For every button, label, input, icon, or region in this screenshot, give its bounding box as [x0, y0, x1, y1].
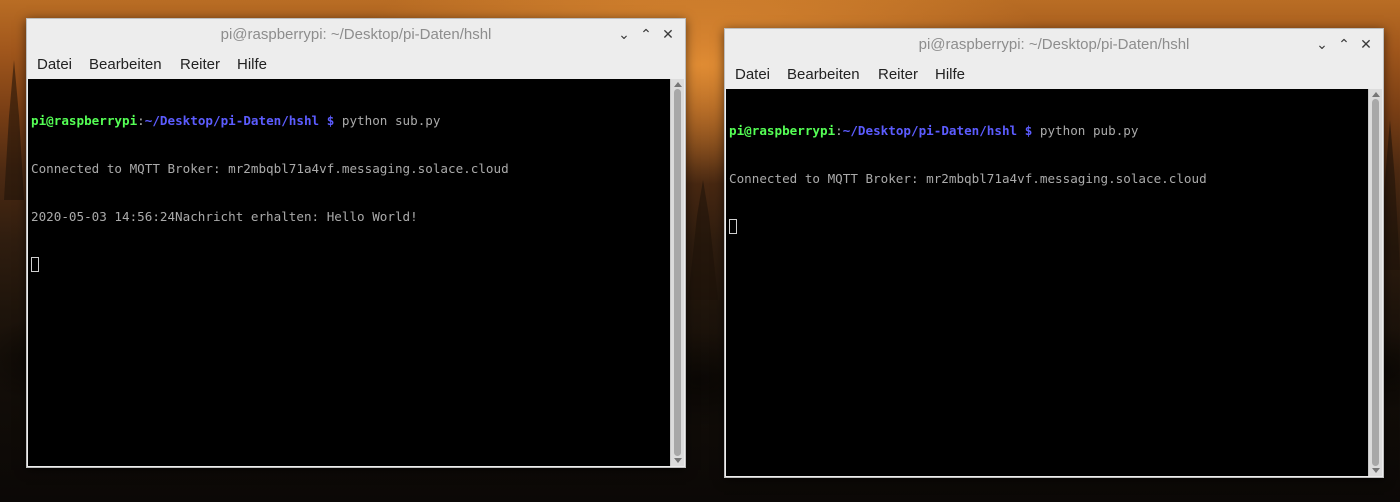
menu-datei[interactable]: Datei: [735, 60, 770, 89]
prompt-user: pi@raspberrypi: [31, 113, 138, 128]
chevron-up-icon[interactable]: ⌃: [637, 25, 655, 43]
prompt-path: ~/Desktop/pi-Daten/hshl: [842, 123, 1018, 138]
prompt-path: ~/Desktop/pi-Daten/hshl: [144, 113, 320, 128]
terminal-output[interactable]: pi@raspberrypi:~/Desktop/pi-Daten/hshl $…: [726, 89, 1368, 476]
prompt-separator: :: [137, 113, 145, 128]
menu-reiter[interactable]: Reiter: [180, 50, 220, 79]
terminal-window-sub: pi@raspberrypi: ~/Desktop/pi-Daten/hshl …: [26, 18, 686, 468]
scroll-down-icon[interactable]: [1372, 468, 1380, 473]
scroll-up-icon[interactable]: [674, 82, 682, 87]
vertical-scrollbar[interactable]: [1368, 89, 1382, 476]
window-title: pi@raspberrypi: ~/Desktop/pi-Daten/hshl: [220, 26, 492, 43]
output-line: Connected to MQTT Broker: mr2mbqbl71a4vf…: [729, 171, 1207, 186]
chevron-down-icon[interactable]: ⌄: [615, 25, 633, 43]
chevron-down-icon[interactable]: ⌄: [1313, 35, 1331, 53]
menu-hilfe[interactable]: Hilfe: [237, 50, 267, 79]
cursor-line: [729, 219, 1368, 235]
close-icon[interactable]: ✕: [1357, 35, 1375, 53]
window-title: pi@raspberrypi: ~/Desktop/pi-Daten/hshl: [918, 36, 1190, 53]
background-pagoda-silhouette: [688, 180, 718, 300]
prompt-separator: :: [835, 123, 843, 138]
scroll-thumb[interactable]: [674, 89, 681, 456]
scroll-down-icon[interactable]: [674, 458, 682, 463]
text-cursor: [729, 219, 737, 234]
terminal-output[interactable]: pi@raspberrypi:~/Desktop/pi-Daten/hshl $…: [28, 79, 670, 466]
chevron-up-icon[interactable]: ⌃: [1335, 35, 1353, 53]
window-titlebar[interactable]: pi@raspberrypi: ~/Desktop/pi-Daten/hshl …: [725, 29, 1383, 60]
output-line: Connected to MQTT Broker: mr2mbqbl71a4vf…: [31, 161, 509, 176]
menu-bearbeiten[interactable]: Bearbeiten: [89, 50, 162, 79]
cursor-line: [31, 257, 670, 273]
menu-bar: Datei Bearbeiten Reiter Hilfe: [27, 50, 685, 79]
menu-datei[interactable]: Datei: [37, 50, 72, 79]
prompt-command: python sub.py: [334, 113, 441, 128]
close-icon[interactable]: ✕: [659, 25, 677, 43]
terminal-window-pub: pi@raspberrypi: ~/Desktop/pi-Daten/hshl …: [724, 28, 1384, 478]
menu-hilfe[interactable]: Hilfe: [935, 60, 965, 89]
vertical-scrollbar[interactable]: [670, 79, 684, 466]
menu-reiter[interactable]: Reiter: [878, 60, 918, 89]
scroll-up-icon[interactable]: [1372, 92, 1380, 97]
prompt-dollar: $: [319, 113, 335, 128]
prompt-command: python pub.py: [1032, 123, 1139, 138]
menu-bearbeiten[interactable]: Bearbeiten: [787, 60, 860, 89]
output-line: 2020-05-03 14:56:24Nachricht erhalten: H…: [31, 209, 418, 224]
scroll-thumb[interactable]: [1372, 99, 1379, 466]
text-cursor: [31, 257, 39, 272]
prompt-user: pi@raspberrypi: [729, 123, 836, 138]
menu-bar: Datei Bearbeiten Reiter Hilfe: [725, 60, 1383, 89]
prompt-line: pi@raspberrypi:~/Desktop/pi-Daten/hshl $…: [31, 113, 670, 129]
prompt-line: pi@raspberrypi:~/Desktop/pi-Daten/hshl $…: [729, 123, 1368, 139]
desktop-background: pi@raspberrypi: ~/Desktop/pi-Daten/hshl …: [0, 0, 1400, 502]
background-pagoda-silhouette: [4, 60, 24, 200]
prompt-dollar: $: [1017, 123, 1033, 138]
window-titlebar[interactable]: pi@raspberrypi: ~/Desktop/pi-Daten/hshl …: [27, 19, 685, 50]
